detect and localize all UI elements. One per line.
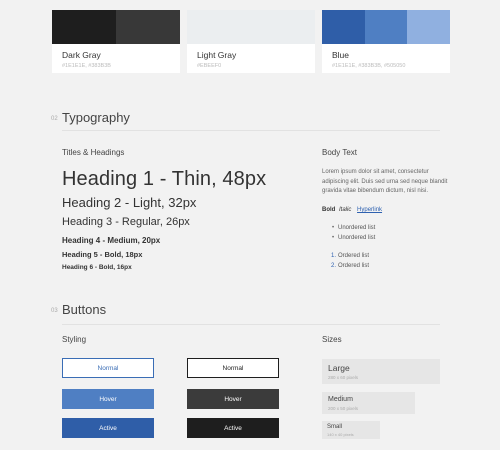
swatch-strip bbox=[187, 10, 315, 44]
swatch-name: Dark Gray bbox=[62, 50, 101, 60]
swatch-strip bbox=[322, 10, 451, 44]
ordered-list-text: Ordered list bbox=[338, 253, 370, 259]
ordered-list-item: 1. Ordered list bbox=[331, 253, 370, 259]
dark-hover-button[interactable]: Hover bbox=[187, 389, 279, 409]
blue-normal-button[interactable]: Normal bbox=[62, 358, 154, 378]
heading-2-sample: Heading 2 - Light, 32px bbox=[62, 195, 197, 210]
section-divider bbox=[62, 324, 440, 325]
hyperlink-sample[interactable]: Hyperlink bbox=[357, 207, 382, 213]
size-dimensions: 200 x 50 pixels bbox=[328, 406, 359, 411]
list-item: Unordered list bbox=[332, 225, 375, 231]
medium-size-button[interactable]: Medium 200 x 50 pixels bbox=[322, 392, 415, 414]
heading-1-sample: Heading 1 - Thin, 48px bbox=[62, 168, 267, 190]
section-title-typography: Typography bbox=[62, 110, 130, 125]
size-dimensions: 280 x 60 pixels bbox=[328, 375, 359, 380]
swatch-color bbox=[322, 10, 365, 44]
size-label: Small bbox=[327, 424, 343, 430]
section-number: 03 bbox=[51, 308, 58, 314]
body-text-label: Body Text bbox=[322, 148, 357, 157]
blue-active-button[interactable]: Active bbox=[62, 418, 154, 438]
large-size-button[interactable]: Large 280 x 60 pixels bbox=[322, 359, 440, 384]
swatch-color bbox=[187, 10, 315, 44]
swatch-strip bbox=[52, 10, 180, 44]
small-size-button[interactable]: Small 140 x 40 pixels bbox=[322, 421, 380, 439]
body-text-sample: Lorem ipsum dolor sit amet, consectetur … bbox=[322, 169, 448, 194]
swatch-dark-gray: Dark Gray #1E1E1E, #383B3B bbox=[52, 10, 180, 73]
ordered-list-number: 1. bbox=[331, 253, 337, 259]
section-number: 02 bbox=[51, 116, 58, 122]
ordered-list-text: Ordered list bbox=[338, 263, 370, 269]
size-label: Medium bbox=[328, 396, 353, 403]
swatch-codes: #1E1E1E, #383B3B bbox=[62, 63, 111, 69]
size-label: Large bbox=[328, 363, 350, 373]
titles-headings-label: Titles & Headings bbox=[62, 148, 125, 157]
italic-sample: Italic bbox=[339, 207, 352, 213]
list-item: Unordered list bbox=[332, 235, 375, 241]
section-divider bbox=[62, 130, 440, 131]
inline-styles-row: Bold Italic Hyperlink bbox=[322, 207, 382, 213]
heading-6-sample: Heading 6 - Bold, 16px bbox=[62, 264, 132, 271]
sizes-label: Sizes bbox=[322, 335, 342, 344]
swatch-color bbox=[116, 10, 180, 44]
heading-5-sample: Heading 5 - Bold, 18px bbox=[62, 250, 143, 259]
swatch-blue: Blue #1E1E1E, #383B3B, #505050 bbox=[322, 10, 451, 73]
section-title-buttons: Buttons bbox=[62, 302, 107, 317]
swatch-color bbox=[364, 10, 408, 44]
swatch-name: Blue bbox=[332, 50, 350, 60]
bold-sample: Bold bbox=[322, 207, 336, 213]
blue-hover-button[interactable]: Hover bbox=[62, 389, 154, 409]
dark-normal-button[interactable]: Normal bbox=[187, 358, 279, 378]
swatch-codes: #1E1E1E, #383B3B, #505050 bbox=[332, 63, 406, 69]
ordered-list-item: 2. Ordered list bbox=[331, 263, 370, 269]
size-dimensions: 140 x 40 pixels bbox=[327, 432, 354, 437]
styling-label: Styling bbox=[62, 335, 87, 344]
swatch-color bbox=[52, 10, 116, 44]
ordered-list-number: 2. bbox=[331, 263, 337, 269]
swatch-codes: #EBEEF0 bbox=[197, 63, 222, 69]
dark-active-button[interactable]: Active bbox=[187, 418, 279, 438]
swatch-light-gray: Light Gray #EBEEF0 bbox=[187, 10, 315, 73]
swatch-color bbox=[407, 10, 451, 44]
heading-3-sample: Heading 3 - Regular, 26px bbox=[62, 216, 190, 228]
swatch-name: Light Gray bbox=[197, 50, 237, 60]
heading-4-sample: Heading 4 - Medium, 20px bbox=[62, 236, 161, 245]
